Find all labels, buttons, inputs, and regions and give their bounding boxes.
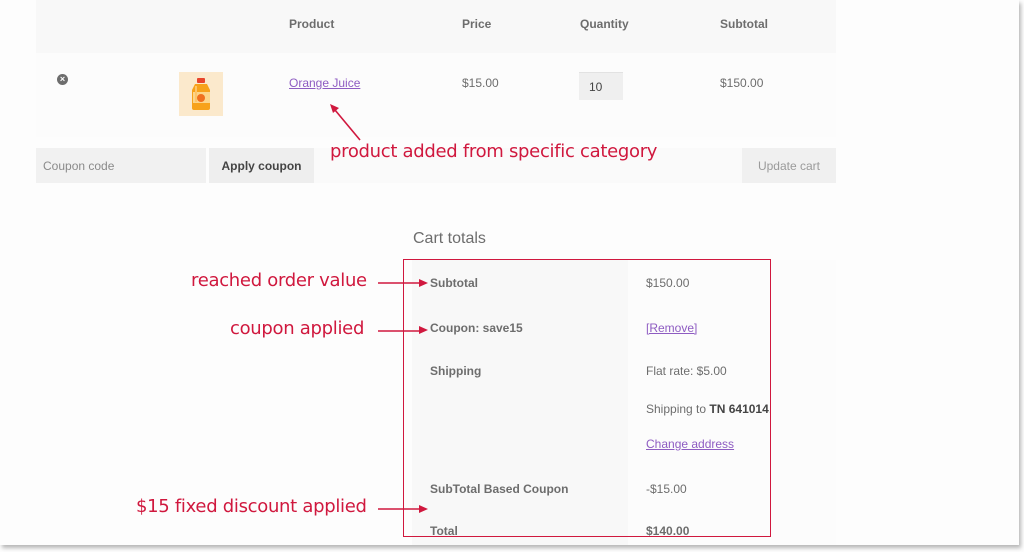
cart-table-header: Product Price Quantity Subtotal — [36, 0, 836, 53]
annotation-product-note: product added from specific category — [330, 141, 658, 162]
cart-totals-heading: Cart totals — [413, 230, 486, 247]
product-thumbnail[interactable] — [179, 72, 223, 116]
cart-page: Product Price Quantity Subtotal × Orange… — [0, 0, 1019, 545]
update-cart-button[interactable]: Update cart — [742, 148, 836, 183]
apply-coupon-button[interactable]: Apply coupon — [209, 148, 314, 183]
header-price: Price — [462, 17, 492, 31]
annotation-order-value-note: reached order value — [191, 270, 367, 291]
annotation-coupon-note: coupon applied — [230, 318, 365, 339]
header-subtotal: Subtotal — [720, 17, 768, 31]
product-subtotal: $150.00 — [720, 76, 764, 90]
annotation-highlight-box — [403, 259, 771, 537]
remove-item-icon[interactable]: × — [57, 74, 68, 85]
coupon-code-input[interactable] — [36, 148, 206, 183]
cart-item-row: × Orange Juice $15.00 $150.00 — [36, 53, 836, 137]
header-quantity: Quantity — [580, 17, 629, 31]
product-price: $15.00 — [462, 76, 499, 90]
quantity-input[interactable] — [579, 72, 623, 100]
orange-juice-bottle-icon — [192, 78, 210, 110]
product-name-link[interactable]: Orange Juice — [289, 76, 360, 90]
annotation-discount-note: $15 fixed discount applied — [136, 496, 367, 517]
header-product: Product — [289, 17, 335, 31]
